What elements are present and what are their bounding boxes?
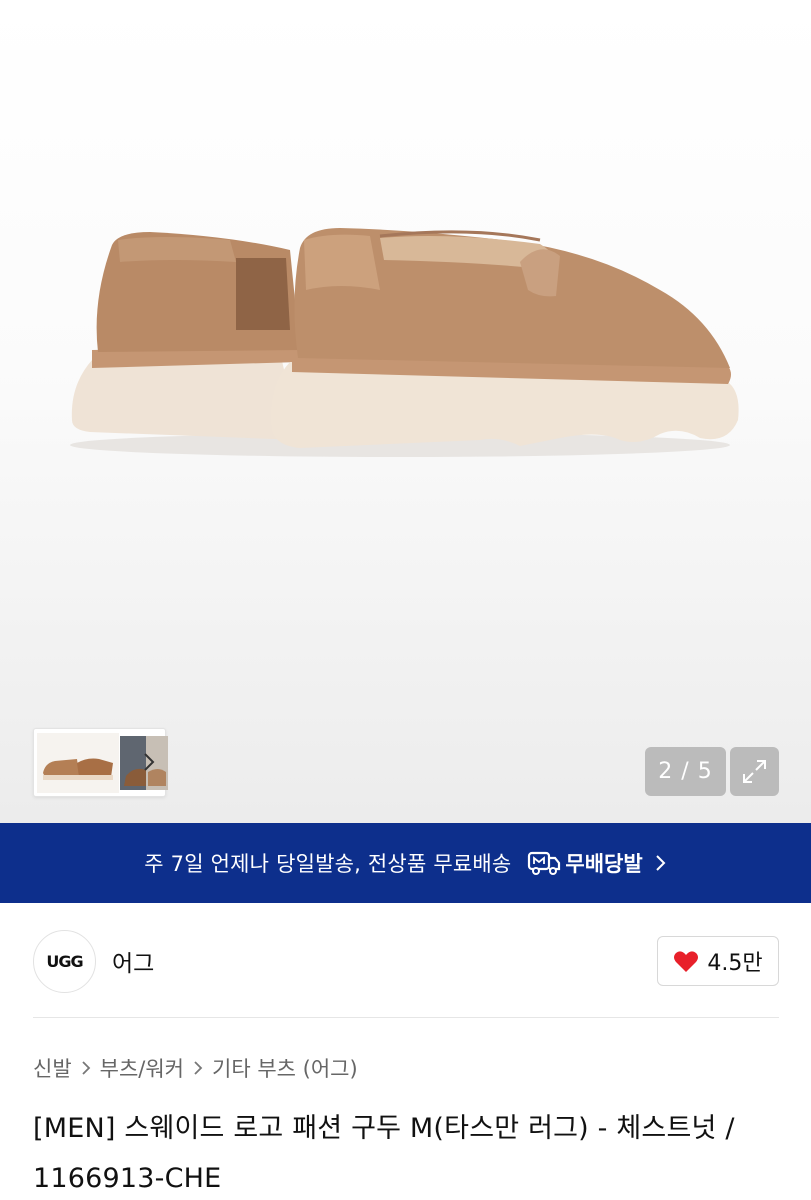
brand-logo-text: UGG [46, 952, 83, 971]
banner-text: 주 7일 언제나 당일발송, 전상품 무료배송 [144, 852, 512, 876]
heart-icon [674, 950, 699, 972]
banner-badge: 무배당발 [527, 848, 643, 878]
breadcrumb: 신발 부츠/워커 기타 부츠 (어그) [33, 1052, 358, 1084]
brand-logo[interactable]: UGG [33, 930, 96, 993]
chevron-right-icon [193, 1060, 203, 1076]
like-button[interactable]: 4.5만 [657, 936, 779, 986]
chevron-right-icon [81, 1060, 91, 1076]
brand-row: UGG 어그 4.5만 [0, 903, 811, 1017]
brand-name[interactable]: 어그 [112, 944, 154, 978]
image-page-counter: 2 / 5 [645, 747, 726, 796]
chevron-right-icon[interactable] [139, 747, 159, 777]
thumbnail-strip[interactable] [33, 728, 168, 797]
product-image[interactable] [0, 0, 811, 560]
like-count: 4.5만 [707, 951, 763, 976]
expand-icon [743, 760, 766, 783]
breadcrumb-item-shoes[interactable]: 신발 [33, 1053, 72, 1083]
free-delivery-banner[interactable]: 주 7일 언제나 당일발송, 전상품 무료배송 무배당발 [0, 823, 811, 903]
chevron-right-icon [655, 855, 666, 871]
banner-badge-label: 무배당발 [565, 852, 643, 876]
fullscreen-button[interactable] [730, 747, 779, 796]
thumbnail-1[interactable] [37, 733, 119, 793]
product-gallery[interactable]: 2 / 5 [0, 0, 811, 823]
breadcrumb-item-boots[interactable]: 부츠/워커 [100, 1053, 184, 1083]
breadcrumb-item-other-boots[interactable]: 기타 부츠 (어그) [212, 1053, 358, 1083]
product-title: [MEN] 스웨이드 로고 패션 구두 M(타스만 러그) - 체스트넛 / 1… [33, 1113, 735, 1194]
right-shoe [271, 228, 739, 448]
delivery-truck-icon [528, 851, 561, 875]
divider [33, 1017, 779, 1018]
left-shoe [71, 232, 300, 440]
